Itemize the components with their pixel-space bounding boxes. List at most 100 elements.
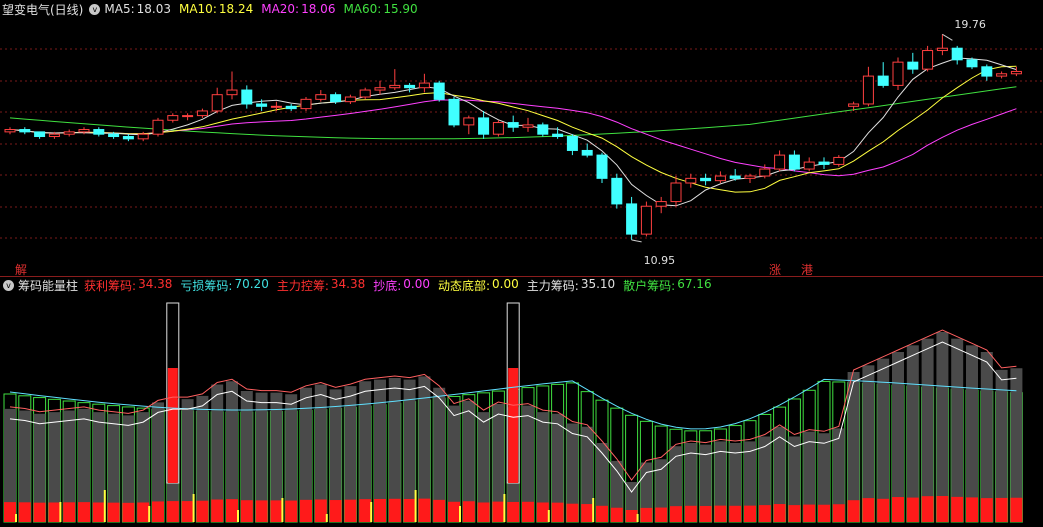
indicator-label: 散户筹码:: [623, 278, 676, 293]
profit-chip-bar: [966, 497, 978, 522]
profit-chip-bar: [551, 502, 564, 522]
profit-chip-bar: [921, 496, 934, 522]
candle-body: [433, 82, 445, 100]
stock-title[interactable]: 望变电气(日线): [2, 1, 83, 18]
profit-chip-bar: [492, 501, 505, 522]
indicator-label: 动态底部:: [438, 278, 491, 293]
profit-chip-bar: [773, 504, 786, 522]
ma-value: 18.24: [218, 2, 254, 16]
candle-body: [63, 131, 75, 135]
ma-value: 18.06: [301, 2, 336, 16]
candle-body: [448, 98, 460, 126]
profit-chip-bar: [166, 501, 179, 522]
candle-body: [818, 161, 830, 165]
settings-circle-icon[interactable]: v: [3, 279, 14, 291]
profit-chip-bar: [226, 499, 238, 522]
candle-body: [211, 94, 223, 112]
candle-body: [182, 115, 194, 118]
profit-chip-bar: [862, 498, 875, 522]
candle-body: [226, 89, 238, 96]
profit-chip-bar: [240, 500, 253, 522]
ma-legend-item: MA20: 18.06: [261, 2, 335, 16]
profit-chip-bar: [359, 499, 372, 522]
indicator-label: 抄底:: [373, 278, 402, 293]
candle-body: [404, 84, 416, 89]
profit-chip-bar: [684, 505, 697, 522]
ma-legend: MA5: 18.03 MA10: 18.24 MA20: 18.06 MA60: 15.90: [104, 2, 425, 16]
candle-body: [596, 154, 608, 179]
candle-body: [330, 94, 342, 103]
profit-chip-bar: [507, 501, 520, 522]
main-chip-bar: [847, 372, 860, 522]
profit-chip-bar: [403, 498, 416, 522]
main-header: 望变电气(日线) v MA5: 18.03 MA10: 18.24 MA20: 18.06…: [0, 0, 426, 18]
profit-chip-bar: [788, 505, 801, 522]
candle-body: [552, 133, 564, 138]
candle-body: [167, 115, 179, 121]
indicator-panel[interactable]: v 筹码能量柱 获利筹码: 34.38 亏损筹码: 70.20 主力控筹: 34.38 抄底…: [0, 276, 1043, 527]
profit-chip-bar: [448, 501, 460, 522]
candle-body: [537, 124, 549, 135]
profit-chip-bar: [581, 504, 594, 522]
profit-chip-bar: [92, 502, 105, 522]
ma-legend-item: MA60: 15.90: [343, 2, 417, 16]
candle-body: [359, 89, 371, 98]
candle-body: [270, 105, 282, 108]
candle-body: [241, 89, 253, 105]
candle-body: [729, 175, 741, 179]
main-chip-bar: [951, 338, 964, 522]
candle-body: [774, 154, 786, 170]
ma-legend-item: MA5: 18.03: [104, 2, 171, 16]
profit-chip-bar: [847, 500, 860, 522]
candle-body: [892, 61, 904, 86]
candle-body: [714, 175, 726, 182]
profit-chip-bar: [63, 502, 76, 522]
indicator-value: 70.20: [234, 276, 269, 291]
candle-body: [981, 66, 993, 77]
candle-body: [196, 110, 208, 117]
indicator-label: 主力控筹:: [276, 278, 329, 293]
candle-body: [315, 94, 327, 100]
candle-body: [670, 182, 682, 203]
chip-energy-chart[interactable]: [0, 276, 1043, 527]
indicator-legend-item: 动态底部: 0.00: [438, 277, 519, 294]
candle-body: [389, 84, 401, 89]
profit-chip-bar: [137, 502, 150, 522]
candle-body: [936, 47, 948, 52]
profit-chip-bar: [980, 498, 993, 522]
candle-body: [640, 205, 652, 235]
profit-chip-bar: [803, 504, 816, 522]
profit-chip-bar: [655, 507, 668, 522]
profit-chip-bar: [995, 497, 1008, 522]
indicator-value: 0.00: [403, 276, 430, 291]
main-chart-panel[interactable]: 望变电气(日线) v MA5: 18.03 MA10: 18.24 MA20: 18.06…: [0, 0, 1043, 277]
indicator-legend-item: 主力筹码: 35.10: [527, 277, 615, 294]
settings-circle-icon[interactable]: v: [89, 3, 101, 15]
candle-body: [759, 168, 771, 177]
candle-body: [611, 177, 623, 205]
candlestick-chart[interactable]: [0, 0, 1043, 276]
profit-chip-bar: [314, 499, 327, 522]
candle-body: [877, 75, 889, 86]
candle-body: [626, 203, 638, 235]
candle-body: [848, 103, 860, 107]
candle-body: [655, 201, 667, 207]
profit-chip-bar: [462, 501, 475, 522]
profit-chip-bar: [714, 505, 727, 522]
ma-legend-item: MA10: 18.24: [179, 2, 253, 16]
ma-label: MA20:: [261, 2, 300, 16]
main-chip-bar: [936, 332, 949, 522]
candle-body: [34, 131, 46, 138]
profit-chip-bar: [477, 502, 490, 522]
candle-body: [492, 122, 504, 135]
candle-body: [1010, 70, 1022, 75]
profit-chip-bar: [374, 498, 386, 522]
candle-body: [78, 129, 90, 133]
main-chip-bar: [980, 352, 993, 522]
indicator-label: 主力筹码:: [526, 278, 579, 293]
indicator-title[interactable]: 筹码能量柱: [18, 277, 78, 294]
indicator-legend: 获利筹码: 34.38 亏损筹码: 70.20 主力控筹: 34.38 抄底: 0.00 动态底…: [84, 277, 720, 294]
profit-chip-bar: [906, 497, 919, 522]
candle-body: [285, 105, 297, 110]
profit-chip-bar: [300, 499, 312, 522]
